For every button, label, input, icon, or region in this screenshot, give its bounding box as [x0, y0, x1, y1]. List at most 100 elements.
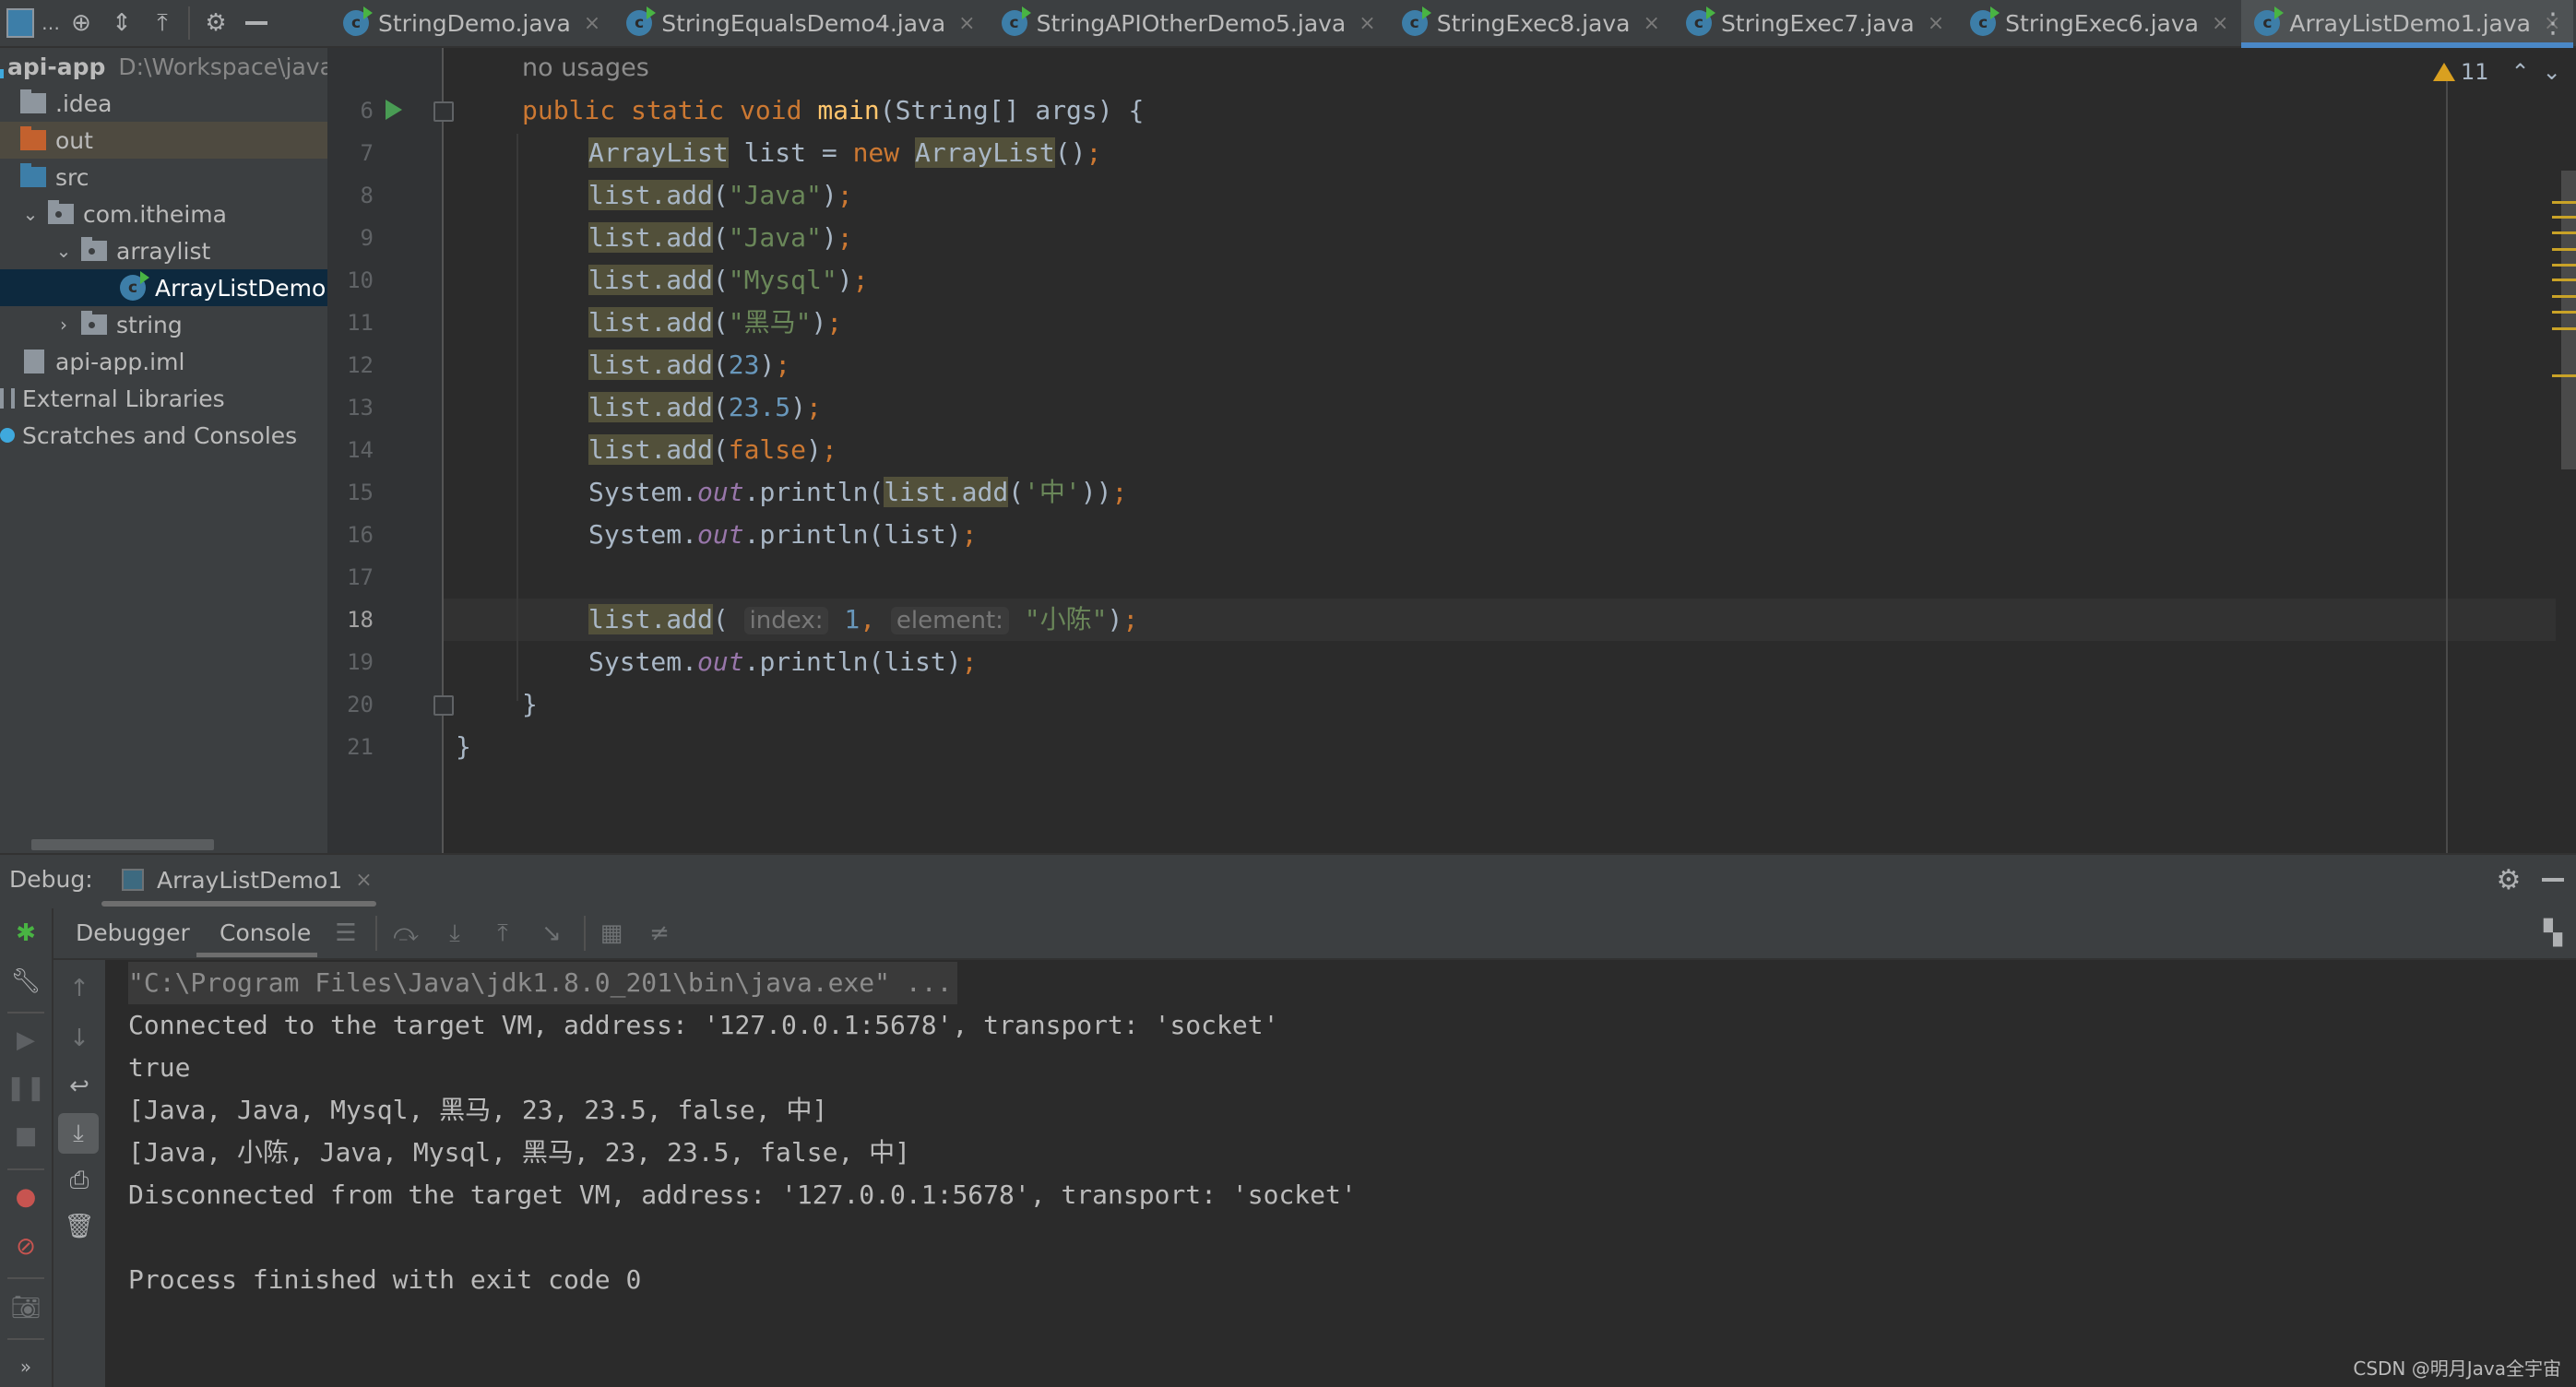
next-highlight-icon[interactable]: ⌄ [2543, 59, 2561, 85]
run-to-cursor-icon[interactable]: ↘ [533, 908, 570, 958]
tree-root[interactable]: api-app D:\Workspace\javaV [0, 48, 327, 85]
layout-menu-icon[interactable]: ☰ [327, 908, 364, 958]
collapse-all-icon[interactable]: ⤒ [142, 3, 183, 43]
code-text: (String[] args) { [879, 95, 1145, 125]
tree-item-arraylist[interactable]: ⌄ arraylist [0, 232, 327, 269]
code-text: System. [588, 477, 698, 507]
soft-wrap-icon[interactable]: ↩ [53, 1068, 105, 1105]
warning-marker[interactable] [2552, 295, 2576, 298]
close-icon[interactable]: × [1359, 12, 1375, 35]
paren: ( [712, 392, 729, 422]
tab-stringexec6[interactable]: c StringExec6.java × [1957, 0, 2241, 46]
warning-marker[interactable] [2552, 201, 2576, 204]
tree-item-string[interactable]: › string [0, 306, 327, 343]
tree-item-label: out [55, 126, 93, 154]
string-literal: "小陈" [1024, 604, 1108, 634]
minimize-icon[interactable] [2534, 853, 2571, 907]
tree-item-src[interactable]: src [0, 159, 327, 196]
module-file-icon [24, 350, 44, 373]
view-breakpoints-icon[interactable]: ● [0, 1177, 52, 1217]
more-actions-icon[interactable]: » [0, 1346, 52, 1387]
method-call: list.add [588, 265, 713, 295]
warning-marker[interactable] [2552, 264, 2576, 267]
restore-layout-icon[interactable]: ▚ [2534, 908, 2571, 958]
tab-arraylistdemo1[interactable]: c ArrayListDemo1.java × [2241, 0, 2574, 48]
number-literal: 1 [844, 604, 861, 634]
expand-all-icon[interactable]: ⇕ [101, 3, 142, 43]
more-tabs-icon[interactable]: ⋮ [2539, 0, 2567, 46]
gear-icon[interactable]: ⚙ [2490, 853, 2527, 907]
code-text: list = [728, 137, 853, 168]
previous-highlight-icon[interactable]: ⌃ [2511, 59, 2530, 85]
step-out-icon[interactable]: ⤒ [484, 908, 521, 958]
paren: ) [811, 307, 827, 338]
chevron-down-icon[interactable]: ⌄ [18, 203, 42, 225]
tree-item-external-libraries[interactable]: External Libraries [0, 380, 327, 417]
close-icon[interactable]: × [355, 869, 372, 892]
tree-root-name: api-app [7, 53, 106, 80]
close-icon[interactable]: × [958, 12, 975, 35]
tab-stringequalsdemo4[interactable]: c StringEqualsDemo4.java × [613, 0, 988, 46]
step-over-icon[interactable]: ⤼ [387, 908, 424, 958]
project-view-icon[interactable] [0, 3, 41, 43]
stop-icon[interactable]: ■ [0, 1116, 52, 1156]
fold-end-icon[interactable] [433, 695, 454, 716]
tree-item-com-itheima[interactable]: ⌄ com.itheima [0, 196, 327, 232]
mute-breakpoints-icon[interactable]: ⊘ [0, 1227, 52, 1267]
warning-marker[interactable] [2552, 374, 2576, 377]
close-icon[interactable]: × [2212, 12, 2228, 35]
tab-stringexec8[interactable]: c StringExec8.java × [1389, 0, 1673, 46]
down-arrow-icon[interactable]: ↓ [53, 1020, 105, 1057]
warning-marker[interactable] [2552, 248, 2576, 251]
trash-icon[interactable]: 🗑︎ [53, 1208, 105, 1245]
warning-marker[interactable] [2552, 231, 2576, 234]
tree-item-scratches[interactable]: Scratches and Consoles [0, 417, 327, 454]
sidebar-horizontal-scrollbar[interactable] [31, 839, 214, 850]
warning-marker[interactable] [2552, 327, 2576, 330]
more-icon[interactable]: … [41, 3, 61, 43]
trace-stream-icon[interactable]: ≠ [641, 908, 678, 958]
camera-icon[interactable]: 📷︎ [0, 1287, 52, 1328]
close-icon[interactable]: × [1644, 12, 1660, 35]
chevron-right-icon[interactable]: › [52, 314, 76, 336]
up-arrow-icon[interactable]: ↑ [53, 970, 105, 1007]
tab-stringexec7[interactable]: c StringExec7.java × [1673, 0, 1957, 46]
gutter-divider [442, 48, 444, 853]
step-into-icon[interactable]: ⤓ [436, 908, 473, 958]
close-icon[interactable]: × [1928, 12, 1944, 35]
warning-marker[interactable] [2552, 279, 2576, 281]
wrench-icon[interactable]: 🔧︎ [0, 961, 52, 1002]
tree-item-arraylistdemo1[interactable]: c ArrayListDemo1 [0, 269, 327, 306]
tab-console[interactable]: Console [220, 908, 311, 958]
pause-icon[interactable]: ❚❚ [0, 1068, 52, 1108]
print-icon[interactable]: ⎙ [53, 1162, 105, 1199]
tree-item-out[interactable]: out [0, 122, 327, 159]
parameter-hint-element: element: [890, 607, 1009, 634]
close-icon[interactable]: × [584, 12, 600, 35]
chevron-down-icon[interactable]: ⌄ [52, 240, 76, 262]
static-field: out [697, 646, 744, 677]
semicolon: ; [1122, 604, 1139, 634]
run-icon[interactable] [386, 100, 402, 120]
warning-marker[interactable] [2552, 311, 2576, 314]
tab-stringapiotherdemo5[interactable]: c StringAPIOtherDemo5.java × [989, 0, 1389, 46]
evaluate-expression-icon[interactable]: ▦ [593, 908, 630, 958]
tree-item-idea[interactable]: .idea [0, 85, 327, 122]
inspection-widget[interactable]: 11 ⌃ ⌄ [2433, 53, 2561, 90]
gear-icon[interactable]: ⚙ [196, 3, 236, 43]
java-class-icon: c [626, 6, 657, 36]
minimize-icon[interactable] [236, 3, 277, 43]
usages-hint[interactable]: no usages [522, 48, 649, 89]
debug-session-tab[interactable]: ArrayListDemo1 × [101, 853, 393, 907]
tab-stringdemo[interactable]: c StringDemo.java × [330, 0, 613, 46]
semicolon: ; [1111, 477, 1128, 507]
resume-icon[interactable]: ▶ [0, 1020, 52, 1061]
line-number: 15 [347, 480, 374, 505]
locate-icon[interactable]: ⊕ [61, 3, 101, 43]
tab-debugger[interactable]: Debugger [76, 908, 190, 958]
keyword: void [740, 95, 802, 125]
scroll-to-end-icon[interactable]: ⤓ [58, 1113, 99, 1154]
fold-icon[interactable] [433, 101, 454, 122]
warning-marker[interactable] [2552, 216, 2576, 219]
tree-item-api-app-iml[interactable]: api-app.iml [0, 343, 327, 380]
